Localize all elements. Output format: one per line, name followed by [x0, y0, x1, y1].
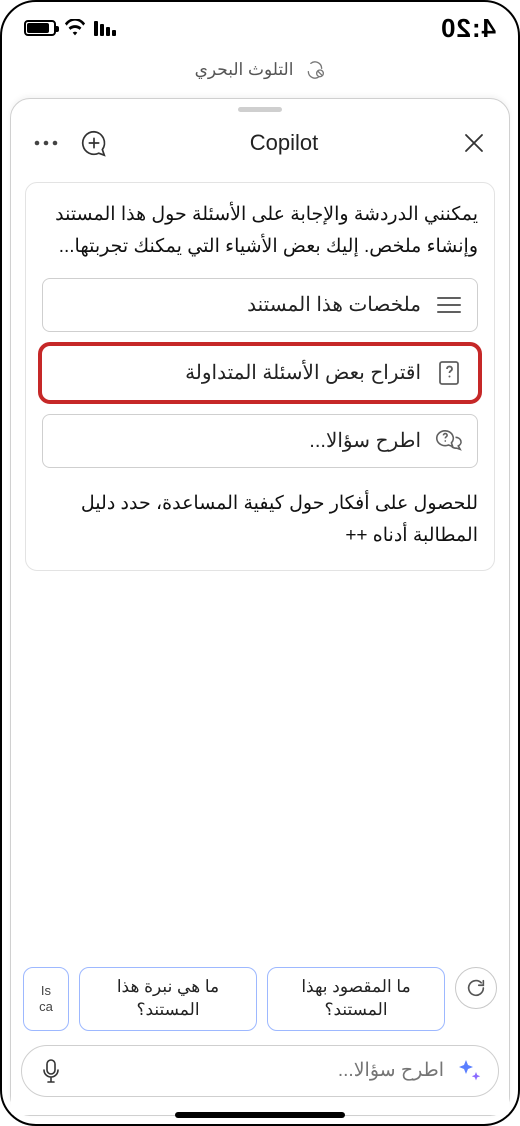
option-summarize[interactable]: ملخصات هذا المستند	[42, 278, 478, 332]
suggestion-pill-tone[interactable]: ما هي نبرة هذا المستند؟	[79, 967, 257, 1031]
suggestion-pill-partial[interactable]: Is ca	[23, 967, 69, 1031]
suggestion-row: Is ca ما هي نبرة هذا المستند؟ ما المقصود…	[21, 963, 499, 1045]
more-button[interactable]	[29, 126, 63, 160]
suggestion-partial-top: Is	[39, 983, 53, 999]
bottom-area: Is ca ما هي نبرة هذا المستند؟ ما المقصود…	[11, 955, 509, 1115]
copilot-title: Copilot	[250, 130, 318, 156]
chat-question-icon	[435, 427, 463, 455]
copilot-sheet: Copilot يمكنني الدردشة والإجابة على الأس…	[10, 98, 510, 1116]
intro-card: يمكنني الدردشة والإجابة على الأسئلة حول …	[25, 182, 495, 571]
suggestion-partial-bottom: ca	[39, 999, 53, 1015]
copilot-header: Copilot	[11, 120, 509, 174]
new-chat-button[interactable]	[77, 126, 111, 160]
suggestion-pill-about[interactable]: ما المقصود بهذا المستند؟	[267, 967, 445, 1031]
option-summarize-label: ملخصات هذا المستند	[57, 292, 421, 317]
sync-off-icon	[305, 60, 325, 80]
status-bar: 4:20	[2, 2, 518, 50]
footer-text: للحصول على أفكار حول كيفية المساعدة، حدد…	[42, 488, 478, 553]
intro-text: يمكنني الدردشة والإجابة على الأسئلة حول …	[42, 199, 478, 264]
clock: 4:20	[440, 13, 496, 44]
option-ask[interactable]: اطرح سؤالا...	[42, 414, 478, 468]
copilot-spark-icon[interactable]	[454, 1056, 484, 1086]
list-icon	[435, 291, 463, 319]
chat-input-bar	[21, 1045, 499, 1097]
close-button[interactable]	[457, 126, 491, 160]
option-faq[interactable]: اقتراح بعض الأسئلة المتداولة	[42, 346, 478, 400]
option-ask-label: اطرح سؤالا...	[57, 428, 421, 453]
suggestion-pill-about-label: ما المقصود بهذا المستند؟	[280, 976, 432, 1022]
battery-icon	[24, 20, 56, 36]
option-faq-label: اقتراح بعض الأسئلة المتداولة	[57, 360, 421, 385]
question-doc-icon	[435, 359, 463, 387]
chat-input[interactable]	[76, 1060, 444, 1082]
phone-frame: 4:20 التلوث البحري	[0, 0, 520, 1126]
sheet-grabber[interactable]	[238, 107, 282, 112]
document-title: التلوث البحري	[195, 60, 294, 80]
home-indicator[interactable]	[175, 1112, 345, 1118]
wifi-icon	[64, 19, 86, 37]
suggestion-pill-tone-label: ما هي نبرة هذا المستند؟	[92, 976, 244, 1022]
mic-button[interactable]	[36, 1056, 66, 1086]
cellular-icon	[94, 20, 116, 36]
document-title-bar: التلوث البحري	[2, 50, 518, 90]
refresh-suggestions-button[interactable]	[455, 967, 497, 1009]
